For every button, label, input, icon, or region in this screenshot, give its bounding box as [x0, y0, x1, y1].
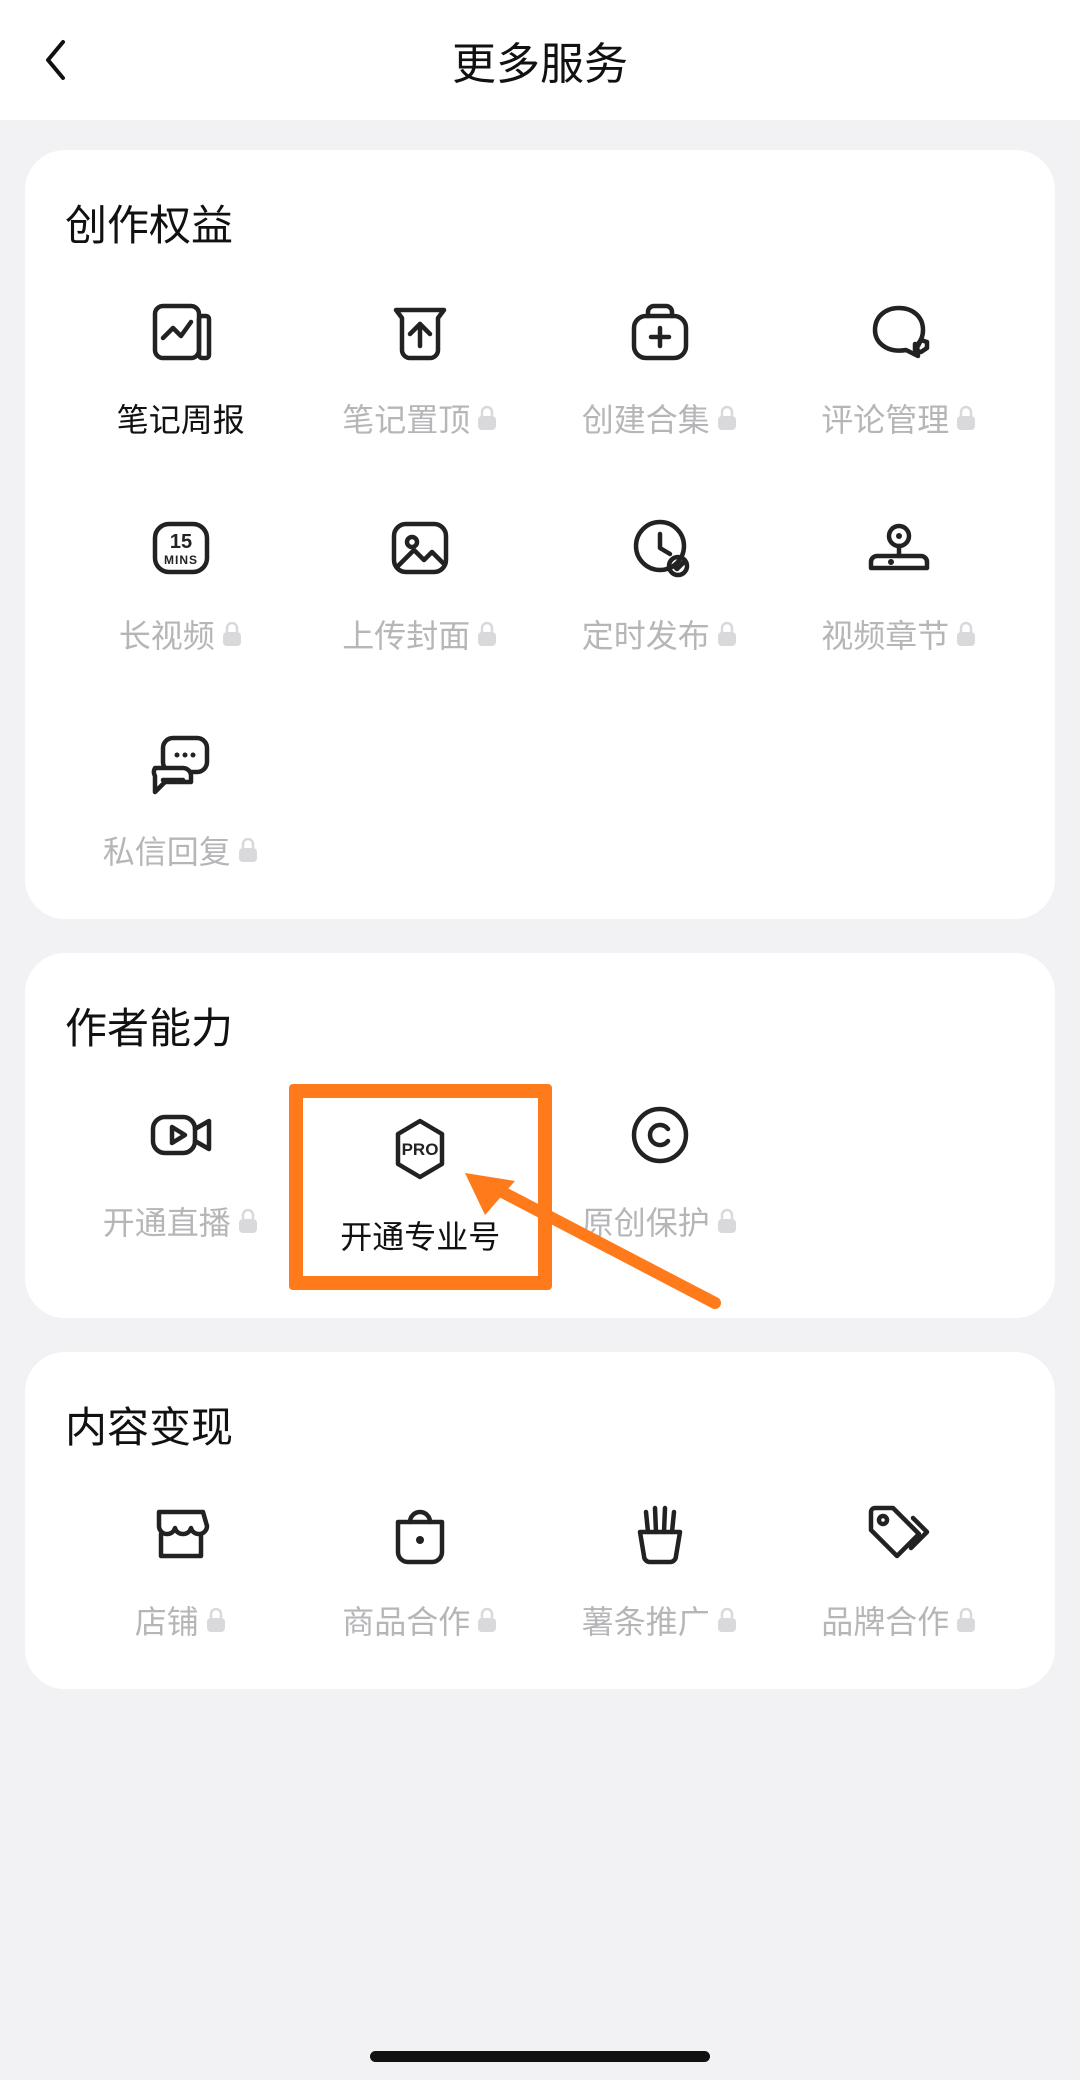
- label: 品牌合作: [821, 1597, 949, 1643]
- item-video-chapter[interactable]: 视频章节: [780, 511, 1020, 657]
- item-long-video[interactable]: 15MINS 长视频: [61, 511, 301, 657]
- card-creation-rights: 创作权益 笔记周报 笔记置顶 创建合集: [25, 150, 1055, 919]
- report-icon: [144, 295, 218, 369]
- ability-grid: 开通直播 PRO 开通专业号 原创保护: [61, 1098, 1019, 1272]
- lock-icon: [476, 1607, 498, 1633]
- label: 店铺: [135, 1597, 199, 1643]
- lock-icon: [955, 621, 977, 647]
- lock-icon: [476, 405, 498, 431]
- fries-icon: [623, 1497, 697, 1571]
- lock-icon: [205, 1607, 227, 1633]
- item-fries-promo[interactable]: 薯条推广: [540, 1497, 780, 1643]
- label: 开通专业号: [340, 1212, 500, 1258]
- label: 薯条推广: [582, 1597, 710, 1643]
- chat-reply-icon: [144, 727, 218, 801]
- label: 笔记置顶: [342, 395, 470, 441]
- item-shop[interactable]: 店铺: [61, 1497, 301, 1643]
- image-icon: [383, 511, 457, 585]
- lock-icon: [955, 1607, 977, 1633]
- label: 长视频: [119, 611, 215, 657]
- label: 原创保护: [582, 1198, 710, 1244]
- svg-text:15: 15: [170, 531, 192, 553]
- back-button[interactable]: [28, 32, 84, 88]
- section-title: 创作权益: [61, 192, 1019, 253]
- item-brand-coop[interactable]: 品牌合作: [780, 1497, 1020, 1643]
- item-schedule-publish[interactable]: 定时发布: [540, 511, 780, 657]
- shopping-bag-icon: [383, 1497, 457, 1571]
- item-product-coop[interactable]: 商品合作: [301, 1497, 541, 1643]
- label: 定时发布: [582, 611, 710, 657]
- lock-icon: [716, 405, 738, 431]
- creation-grid: 笔记周报 笔记置顶 创建合集 评论管理: [61, 295, 1019, 873]
- label: 商品合作: [342, 1597, 470, 1643]
- lock-icon: [221, 621, 243, 647]
- header: 更多服务: [0, 0, 1080, 120]
- brand-tag-icon: [862, 1497, 936, 1571]
- item-note-pin[interactable]: 笔记置顶: [301, 295, 541, 441]
- label: 评论管理: [821, 395, 949, 441]
- clock-check-icon: [623, 511, 697, 585]
- monetize-grid: 店铺 商品合作 薯条推广 品牌合作: [61, 1497, 1019, 1643]
- shop-icon: [144, 1497, 218, 1571]
- item-open-live[interactable]: 开通直播: [61, 1098, 301, 1272]
- item-comment-manage[interactable]: 评论管理: [780, 295, 1020, 441]
- lock-icon: [716, 1607, 738, 1633]
- label: 上传封面: [342, 611, 470, 657]
- label: 开通直播: [103, 1198, 231, 1244]
- label: 笔记周报: [117, 395, 245, 441]
- label: 视频章节: [821, 611, 949, 657]
- item-open-pro[interactable]: PRO 开通专业号: [289, 1084, 553, 1290]
- lock-icon: [237, 1208, 259, 1234]
- collection-add-icon: [623, 295, 697, 369]
- copyright-icon: [623, 1098, 697, 1172]
- svg-text:MINS: MINS: [164, 553, 198, 567]
- content: 创作权益 笔记周报 笔记置顶 创建合集: [0, 120, 1080, 1689]
- card-author-ability: 作者能力 开通直播 PRO 开通专业号 原创保护: [25, 953, 1055, 1318]
- item-dm-reply[interactable]: 私信回复: [61, 727, 301, 873]
- pro-badge-icon: PRO: [383, 1112, 457, 1186]
- pin-top-icon: [383, 295, 457, 369]
- item-note-weekly[interactable]: 笔记周报: [61, 295, 301, 441]
- section-title: 作者能力: [61, 995, 1019, 1056]
- page-title: 更多服务: [452, 28, 628, 92]
- lock-icon: [955, 405, 977, 431]
- lock-icon: [716, 621, 738, 647]
- item-original-protect[interactable]: 原创保护: [540, 1098, 780, 1272]
- video-chapter-icon: [862, 511, 936, 585]
- live-camera-icon: [144, 1098, 218, 1172]
- section-title: 内容变现: [61, 1394, 1019, 1455]
- label: 创建合集: [582, 395, 710, 441]
- svg-text:PRO: PRO: [402, 1140, 439, 1159]
- label: 私信回复: [103, 827, 231, 873]
- lock-icon: [237, 837, 259, 863]
- comment-gear-icon: [862, 295, 936, 369]
- lock-icon: [476, 621, 498, 647]
- home-indicator[interactable]: [370, 2051, 710, 2062]
- item-upload-cover[interactable]: 上传封面: [301, 511, 541, 657]
- lock-icon: [716, 1208, 738, 1234]
- card-monetize: 内容变现 店铺 商品合作 薯条推广: [25, 1352, 1055, 1689]
- item-create-collection[interactable]: 创建合集: [540, 295, 780, 441]
- fifteen-mins-icon: 15MINS: [144, 511, 218, 585]
- chevron-left-icon: [43, 39, 69, 81]
